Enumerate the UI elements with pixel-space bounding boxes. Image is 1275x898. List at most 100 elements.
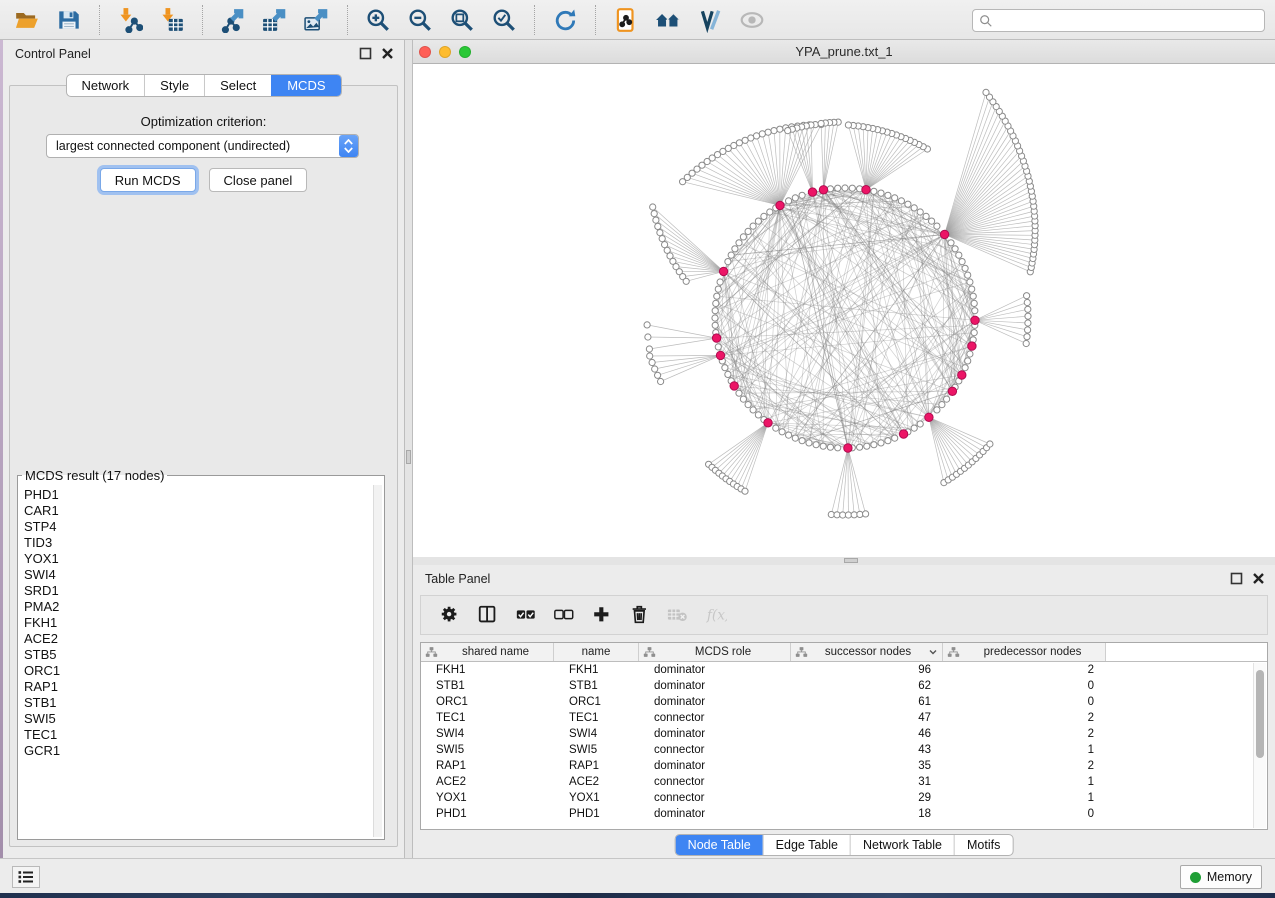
float-icon[interactable] [1230, 572, 1243, 585]
cell-name: SWI5 [554, 742, 639, 758]
export-table-icon[interactable] [261, 6, 289, 34]
table-row[interactable]: YOX1YOX1connector291 [421, 790, 1267, 806]
column-header-name[interactable]: name [554, 643, 639, 661]
zoom-out-icon[interactable] [406, 6, 434, 34]
cell-predecessor_nodes: 0 [943, 806, 1106, 822]
vizmapper-icon[interactable] [696, 6, 724, 34]
export-image-icon[interactable] [303, 6, 331, 34]
svg-text:f(x): f(x) [706, 608, 727, 624]
tab-network-table[interactable]: Network Table [850, 835, 954, 855]
table-panel-titlebar: Table Panel [413, 565, 1275, 593]
zoom-selected-icon[interactable] [490, 6, 518, 34]
table-row[interactable]: PHD1PHD1dominator180 [421, 806, 1267, 822]
refresh-layout-icon[interactable] [551, 6, 579, 34]
zoom-fit-icon[interactable] [448, 6, 476, 34]
export-network-icon[interactable] [219, 6, 247, 34]
table-panel-title: Table Panel [425, 572, 490, 586]
task-history-button[interactable] [12, 866, 40, 888]
result-node-item[interactable]: ACE2 [24, 631, 373, 647]
memory-button[interactable]: Memory [1180, 865, 1262, 889]
column-header-shared-name[interactable]: shared name [421, 643, 554, 661]
table-row[interactable]: RAP1RAP1dominator352 [421, 758, 1267, 774]
result-node-item[interactable]: SWI5 [24, 711, 373, 727]
result-node-item[interactable]: TEC1 [24, 727, 373, 743]
eye-icon[interactable] [738, 6, 766, 34]
result-list-scrollbar[interactable] [373, 485, 382, 837]
criterion-select[interactable]: largest connected component (undirected) [46, 134, 359, 158]
result-node-item[interactable]: ORC1 [24, 663, 373, 679]
result-node-item[interactable]: PMA2 [24, 599, 373, 615]
panel-splitter-vertical[interactable] [404, 40, 413, 858]
result-node-item[interactable]: STB5 [24, 647, 373, 663]
result-node-item[interactable]: YOX1 [24, 551, 373, 567]
toolbar-separator [595, 5, 596, 35]
result-node-item[interactable]: FKH1 [24, 615, 373, 631]
tab-select[interactable]: Select [204, 75, 271, 96]
column-header-successor-nodes[interactable]: successor nodes [791, 643, 943, 661]
open-file-icon[interactable] [13, 6, 41, 34]
tab-style[interactable]: Style [144, 75, 204, 96]
tab-node-table[interactable]: Node Table [676, 835, 763, 855]
close-icon[interactable] [1252, 572, 1265, 585]
tab-edge-table[interactable]: Edge Table [763, 835, 850, 855]
network-canvas[interactable] [413, 64, 1275, 557]
close-panel-button[interactable]: Close panel [209, 168, 308, 192]
result-node-item[interactable]: GCR1 [24, 743, 373, 759]
zoom-in-icon[interactable] [364, 6, 392, 34]
table-row[interactable]: SWI4SWI4dominator462 [421, 726, 1267, 742]
window-minimize-icon[interactable] [439, 46, 451, 58]
table-scrollbar[interactable] [1253, 663, 1266, 828]
result-node-item[interactable]: RAP1 [24, 679, 373, 695]
close-icon[interactable] [381, 47, 394, 60]
result-node-item[interactable]: TID3 [24, 535, 373, 551]
settings-gear-icon[interactable] [435, 602, 465, 628]
result-node-item[interactable]: SWI4 [24, 567, 373, 583]
tab-network[interactable]: Network [66, 75, 144, 96]
search-input[interactable] [993, 14, 1264, 28]
import-network-icon[interactable] [116, 6, 144, 34]
table-row[interactable]: ORC1ORC1dominator610 [421, 694, 1267, 710]
float-icon[interactable] [359, 47, 372, 60]
cell-name: TEC1 [554, 710, 639, 726]
panel-splitter-horizontal[interactable] [413, 557, 1275, 565]
show-columns-icon[interactable] [473, 602, 503, 628]
table-row[interactable]: SWI5SWI5connector431 [421, 742, 1267, 758]
add-row-icon[interactable] [587, 602, 617, 628]
scrollbar-thumb[interactable] [1256, 670, 1264, 758]
cell-mcds_role: dominator [639, 726, 791, 742]
cell-shared_name: FKH1 [421, 662, 554, 678]
deselect-all-icon[interactable] [549, 602, 579, 628]
search-box[interactable] [972, 9, 1265, 32]
column-header-predecessor-nodes[interactable]: predecessor nodes [943, 643, 1106, 661]
result-node-item[interactable]: STP4 [24, 519, 373, 535]
window-zoom-icon[interactable] [459, 46, 471, 58]
share-document-icon[interactable] [612, 6, 640, 34]
select-all-icon[interactable] [511, 602, 541, 628]
cell-shared_name: SWI4 [421, 726, 554, 742]
splitter-grip[interactable] [844, 558, 858, 563]
table-row[interactable]: FKH1FKH1dominator962 [421, 662, 1267, 678]
main-toolbar [0, 0, 1275, 40]
table-row[interactable]: ACE2ACE2connector311 [421, 774, 1267, 790]
save-session-icon[interactable] [55, 6, 83, 34]
window-close-icon[interactable] [419, 46, 431, 58]
delete-row-icon[interactable] [625, 602, 655, 628]
table-row[interactable]: STB1STB1dominator620 [421, 678, 1267, 694]
tab-mcds[interactable]: MCDS [271, 75, 340, 96]
result-node-item[interactable]: CAR1 [24, 503, 373, 519]
function-builder-icon: f(x) [701, 602, 731, 628]
table-row[interactable]: TEC1TEC1connector472 [421, 710, 1267, 726]
result-node-item[interactable]: SRD1 [24, 583, 373, 599]
session-home-icon[interactable] [654, 6, 682, 34]
network-window-titlebar: YPA_prune.txt_1 [413, 40, 1275, 64]
result-node-item[interactable]: PHD1 [24, 487, 373, 503]
tab-motifs[interactable]: Motifs [954, 835, 1012, 855]
splitter-grip[interactable] [406, 450, 411, 464]
run-mcds-button[interactable]: Run MCDS [100, 168, 196, 192]
column-header-MCDS-role[interactable]: MCDS role [639, 643, 791, 661]
cell-shared_name: STB1 [421, 678, 554, 694]
result-node-item[interactable]: STB1 [24, 695, 373, 711]
mcds-result-box: MCDS result (17 nodes) PHD1CAR1STP4TID3Y… [17, 468, 385, 840]
select-stepper-icon [339, 135, 358, 157]
import-table-icon[interactable] [158, 6, 186, 34]
